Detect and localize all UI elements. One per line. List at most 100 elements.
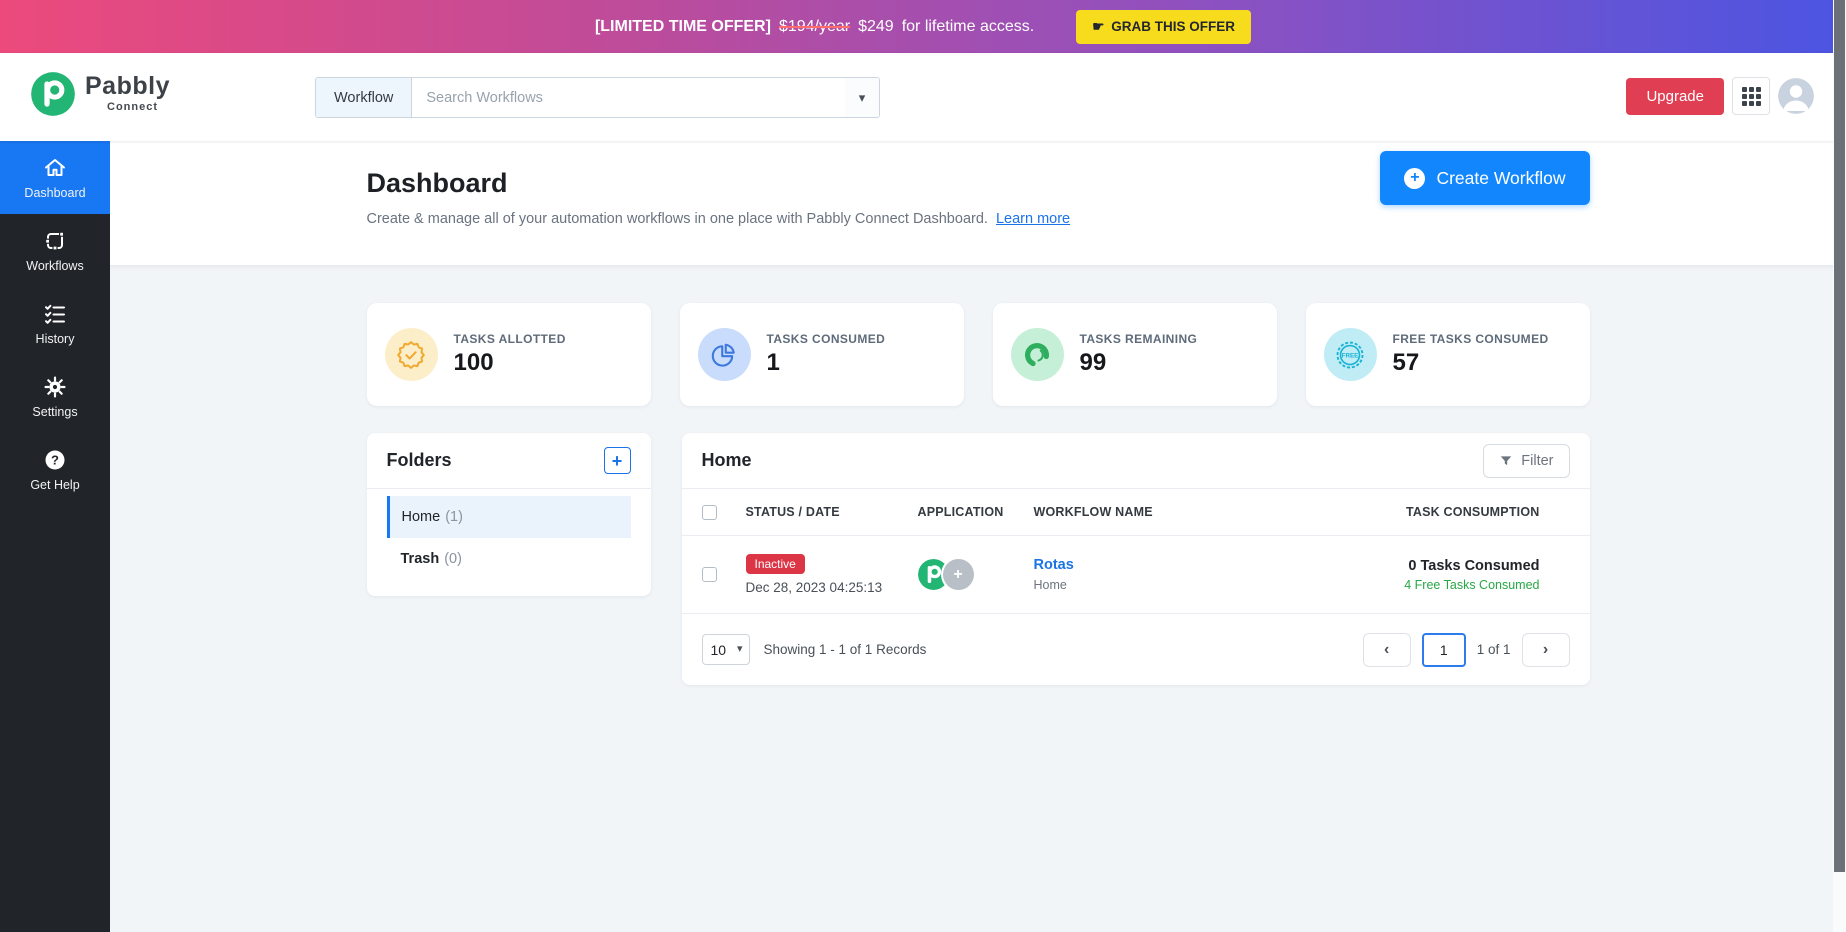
column-status-date: STATUS / DATE <box>745 505 840 519</box>
sidebar-item-workflows[interactable]: Workflows <box>0 214 110 287</box>
workflows-panel: Home Filter STATUS / DATE APPLICATION WO… <box>681 433 1590 685</box>
search-input[interactable] <box>412 78 845 117</box>
offer-text: [LIMITED TIME OFFER] $194/year $249 for … <box>595 18 1034 36</box>
chevron-left-icon: ‹ <box>1384 640 1390 658</box>
stat-card-free-tasks-consumed: FREE FREE TASKS CONSUMED 57 <box>1305 303 1590 406</box>
pie-chart-icon <box>697 328 751 381</box>
search-dropdown-button[interactable]: ▾ <box>845 78 879 117</box>
create-workflow-button[interactable]: + Create Workflow <box>1380 151 1590 205</box>
column-task-consumption: TASK CONSUMPTION <box>1405 505 1540 519</box>
scrollbar-thumb[interactable] <box>1834 0 1845 872</box>
folder-item-trash[interactable]: Trash (0) <box>387 538 631 580</box>
folder-count: (1) <box>445 509 463 525</box>
vertical-scrollbar[interactable] <box>1833 0 1846 932</box>
table-row: Inactive Dec 28, 2023 04:25:13 + Rotas H… <box>681 536 1590 614</box>
new-price: $249 <box>858 17 894 35</box>
old-price: $194/year <box>778 17 851 35</box>
page-size-select[interactable]: 10 <box>701 634 750 665</box>
workflows-icon <box>44 231 65 251</box>
main-area: Dashboard Create & manage all of your au… <box>110 141 1846 932</box>
offer-suffix: for lifetime access. <box>901 17 1035 35</box>
stat-label: TASKS ALLOTTED <box>453 332 566 346</box>
sidebar-item-label: Workflows <box>26 258 84 273</box>
pabbly-logo[interactable]: Pabbly Connect <box>30 71 170 117</box>
stat-card-tasks-remaining: TASKS REMAINING 99 <box>992 303 1277 406</box>
user-avatar[interactable] <box>1778 78 1814 114</box>
add-app-icon: + <box>942 559 974 590</box>
search-scope-label: Workflow <box>316 78 413 117</box>
stat-value: 57 <box>1392 349 1420 376</box>
folders-title: Folders <box>386 450 452 470</box>
add-folder-button[interactable]: + <box>603 447 631 474</box>
page-subtitle: Create & manage all of your automation w… <box>367 211 1590 227</box>
folders-panel: Folders + Home (1) Trash (0) <box>366 433 651 596</box>
sidebar-item-label: History <box>35 331 75 346</box>
status-badge: Inactive <box>745 554 805 574</box>
records-summary: Showing 1 - 1 of 1 Records <box>763 642 927 657</box>
upgrade-button[interactable]: Upgrade <box>1626 77 1724 115</box>
folder-count: (0) <box>444 551 462 567</box>
home-icon <box>45 158 65 176</box>
badge-check-icon <box>384 328 438 381</box>
free-stamp-icon: FREE <box>1323 328 1377 381</box>
folder-item-home[interactable]: Home (1) <box>386 496 631 538</box>
folder-list: Home (1) Trash (0) <box>367 489 651 596</box>
learn-more-link[interactable]: Learn more <box>996 211 1070 227</box>
next-page-button[interactable]: › <box>1521 632 1570 667</box>
table-header-row: STATUS / DATE APPLICATION WORKFLOW NAME … <box>681 489 1590 536</box>
sidebar-item-dashboard[interactable]: Dashboard <box>0 141 110 214</box>
sidebar-item-label: Settings <box>32 404 78 419</box>
pagination-bar: 10 ▾ Showing 1 - 1 of 1 Records ‹ 1 of 1 <box>682 614 1590 685</box>
sidebar-nav: Dashboard Workflows History Settings ? G… <box>0 141 110 932</box>
application-icons: + <box>917 559 1034 590</box>
row-date: Dec 28, 2023 04:25:13 <box>745 580 883 595</box>
stat-card-tasks-allotted: TASKS ALLOTTED 100 <box>366 303 651 406</box>
pointing-hand-icon: ☛ <box>1092 18 1105 34</box>
current-page-input[interactable] <box>1421 632 1466 667</box>
app-header: Pabbly Connect Workflow ▾ Upgrade <box>0 53 1846 141</box>
page-info: 1 of 1 <box>1476 642 1511 657</box>
free-tasks-consumed: 4 Free Tasks Consumed <box>1404 577 1540 592</box>
logo-text: Pabbly Connect <box>85 71 170 117</box>
select-all-checkbox[interactable] <box>701 504 717 520</box>
grab-offer-button[interactable]: ☛ GRAB THIS OFFER <box>1076 9 1252 44</box>
svg-text:?: ? <box>51 452 59 467</box>
prev-page-button[interactable]: ‹ <box>1362 632 1411 667</box>
sidebar-item-get-help[interactable]: ? Get Help <box>0 433 110 506</box>
folder-name: Trash <box>400 551 440 567</box>
row-checkbox[interactable] <box>701 567 717 582</box>
chevron-right-icon: › <box>1542 640 1549 658</box>
column-workflow-name: WORKFLOW NAME <box>1033 505 1153 519</box>
filter-button[interactable]: Filter <box>1483 443 1570 478</box>
offer-banner: [LIMITED TIME OFFER] $194/year $249 for … <box>0 0 1846 53</box>
workflows-panel-title: Home <box>701 450 752 470</box>
help-icon: ? <box>45 450 65 469</box>
stat-value: 1 <box>766 349 780 376</box>
sidebar-item-label: Get Help <box>30 477 80 492</box>
stats-row: TASKS ALLOTTED 100 TASKS CONSUMED 1 TASK… <box>366 303 1590 406</box>
stat-label: TASKS REMAINING <box>1079 332 1198 346</box>
apps-grid-button[interactable] <box>1732 77 1770 115</box>
sidebar-item-history[interactable]: History <box>0 287 110 360</box>
caret-down-icon: ▾ <box>858 89 866 105</box>
stat-value: 100 <box>453 349 494 376</box>
svg-text:FREE: FREE <box>1342 352 1359 359</box>
workflow-folder: Home <box>1033 578 1067 592</box>
funnel-icon <box>1501 455 1512 465</box>
sidebar-item-settings[interactable]: Settings <box>0 360 110 433</box>
stat-label: TASKS CONSUMED <box>766 332 886 346</box>
sidebar-item-label: Dashboard <box>24 185 86 200</box>
grid-icon <box>1741 86 1761 106</box>
workflow-name-link[interactable]: Rotas <box>1034 557 1330 573</box>
plus-icon: + <box>611 450 623 471</box>
page-subtitle-text: Create & manage all of your automation w… <box>366 211 988 227</box>
stat-label: FREE TASKS CONSUMED <box>1392 332 1549 346</box>
settings-gear-icon <box>44 376 66 397</box>
folder-name: Home <box>401 509 441 525</box>
column-application: APPLICATION <box>917 505 1004 519</box>
avatar-icon <box>1778 78 1814 114</box>
workflow-searchbar: Workflow ▾ <box>315 77 880 118</box>
plus-circle-icon: + <box>1404 167 1426 189</box>
donut-chart-icon <box>1010 328 1064 381</box>
history-icon <box>45 304 65 324</box>
